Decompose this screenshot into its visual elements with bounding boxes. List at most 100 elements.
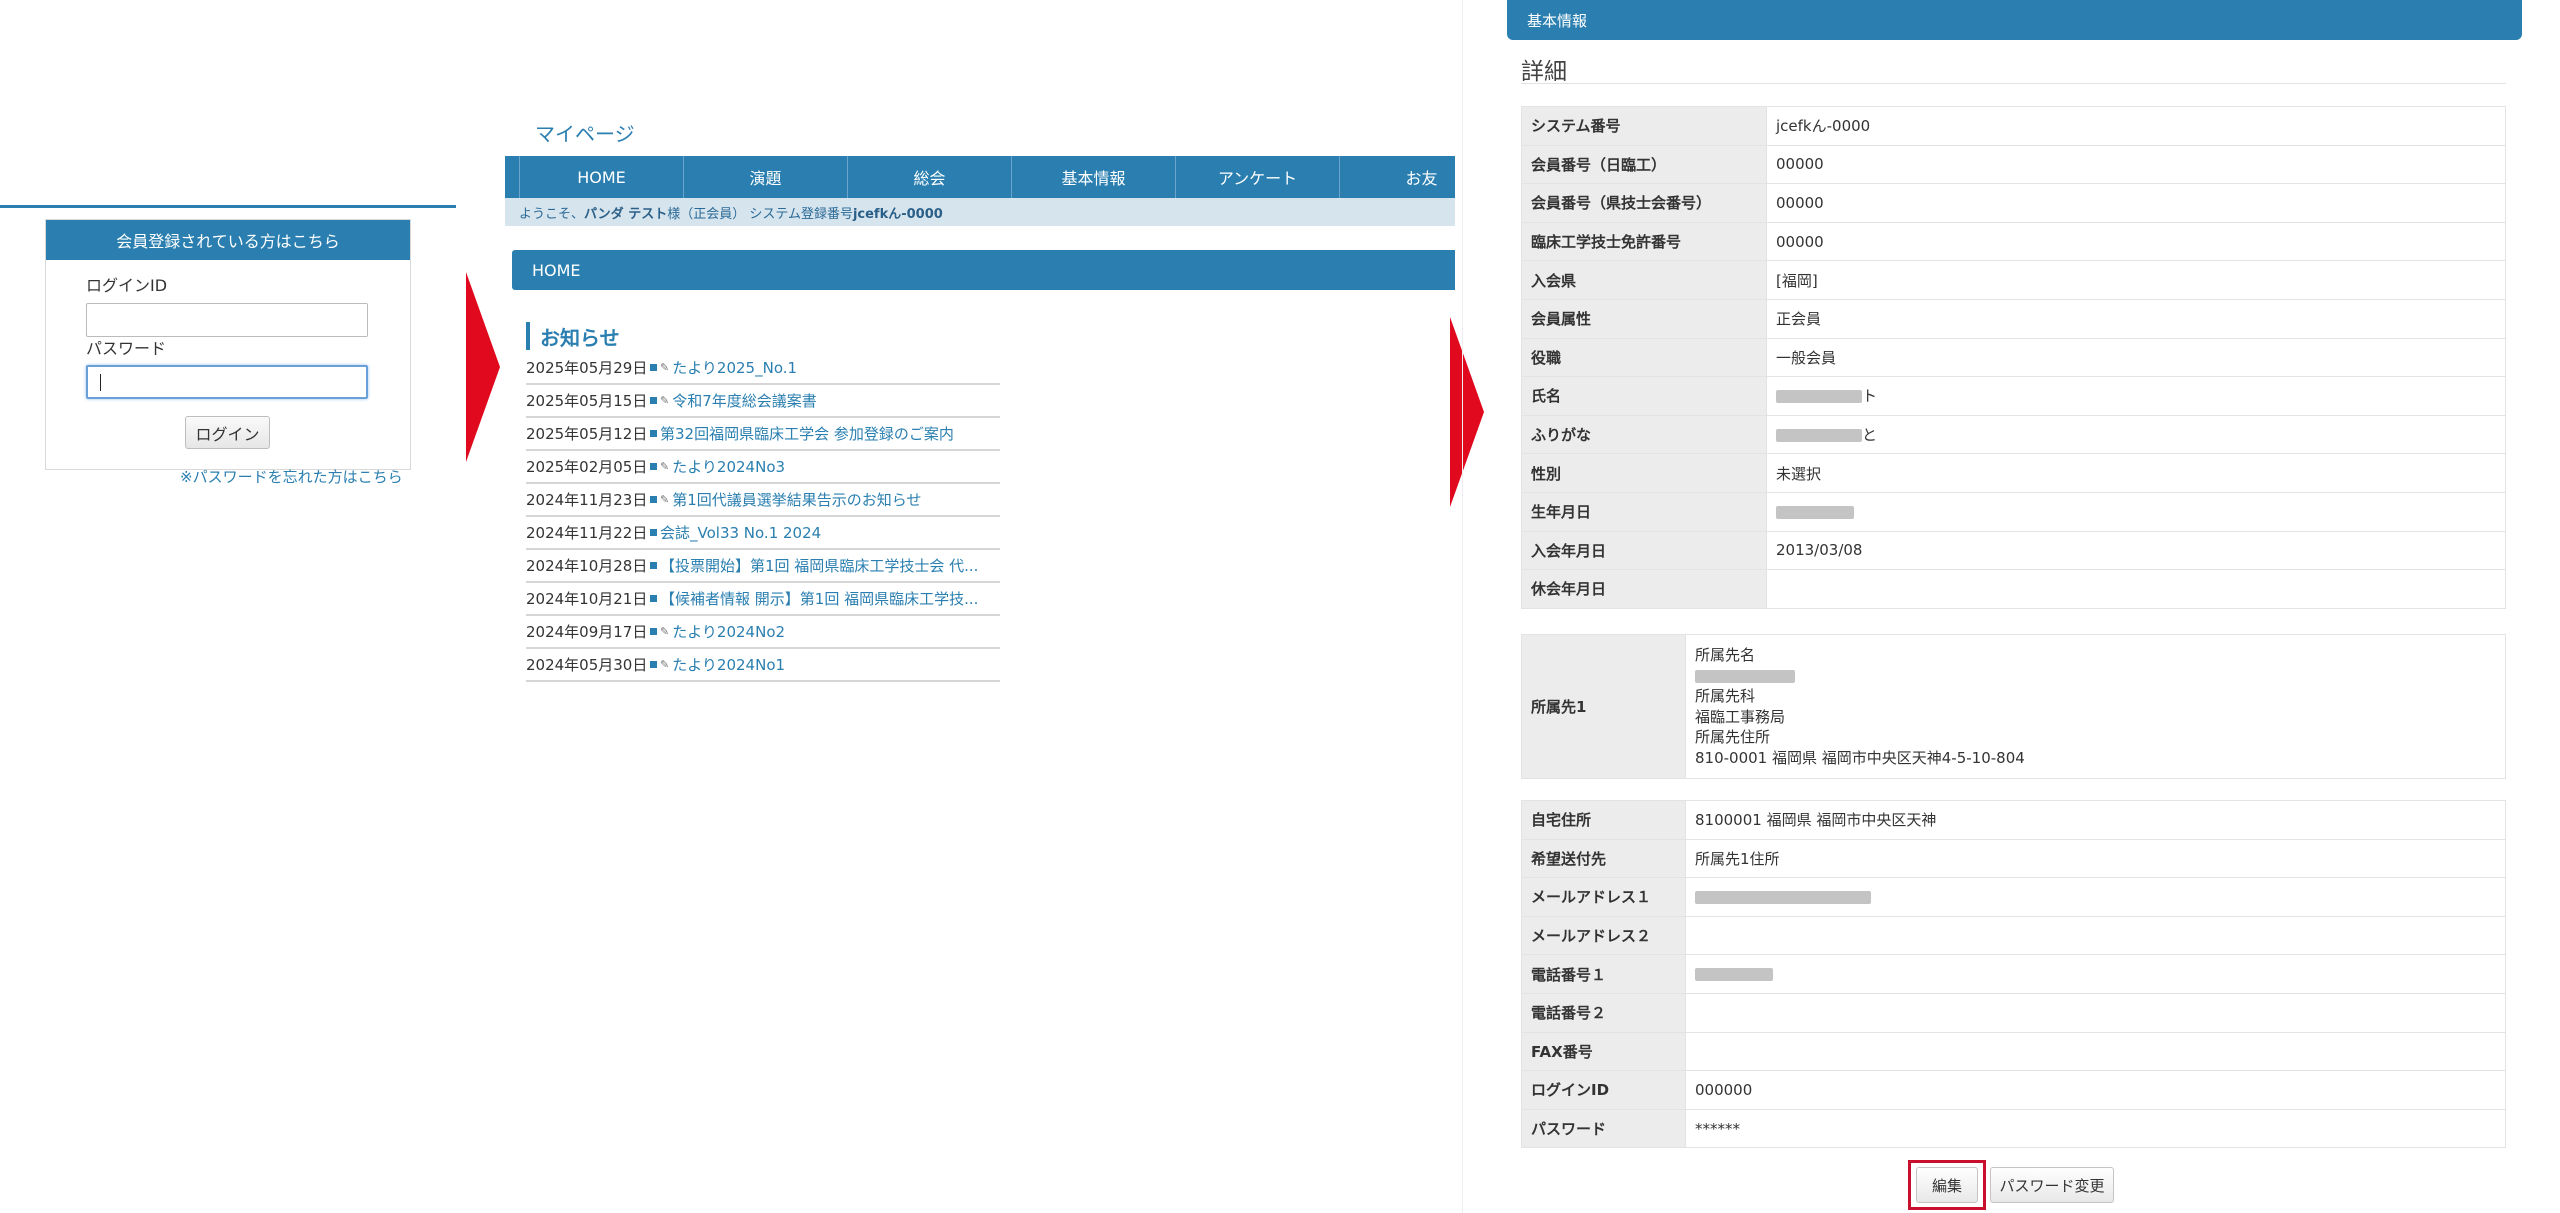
news-title-link[interactable]: たより2024No1 bbox=[672, 654, 785, 675]
bullet-icon bbox=[650, 430, 657, 437]
field-label: システム番号 bbox=[1521, 106, 1767, 146]
table-row: ふりがな と bbox=[1521, 414, 2506, 455]
field-value: jcefkん-0000 bbox=[1766, 106, 2506, 146]
field-value bbox=[1685, 954, 2506, 994]
welcome-suffix: 様（正会員） システム登録番号 bbox=[667, 206, 853, 222]
field-label: メールアドレス２ bbox=[1521, 915, 1686, 956]
step-arrow-1-icon bbox=[466, 272, 500, 462]
field-label: 電話番号２ bbox=[1521, 992, 1686, 1033]
login-id-label: ログインID bbox=[86, 276, 168, 295]
field-value: 8100001 福岡県 福岡市中央区天神 bbox=[1685, 800, 2506, 840]
field-label: 自宅住所 bbox=[1521, 800, 1686, 840]
affiliation-table: 所属先1 所属先名 所属先科 福臨工事務局 所属先住所 810-0001 福岡県… bbox=[1521, 634, 2506, 779]
edit-button[interactable]: 編集 bbox=[1916, 1167, 1978, 1203]
news-date: 2025年05月29日 bbox=[526, 359, 648, 377]
field-value: 00000 bbox=[1766, 221, 2506, 262]
field-label: ふりがな bbox=[1521, 414, 1767, 455]
furigana-visible-part: と bbox=[1862, 426, 1878, 445]
bullet-icon bbox=[650, 364, 657, 371]
section-header-basic-info: 基本情報 bbox=[1507, 0, 2522, 40]
news-title-link[interactable]: 会誌_Vol33 No.1 2024 bbox=[660, 522, 821, 543]
panel-divider bbox=[1462, 0, 1463, 1213]
field-label: メールアドレス１ bbox=[1521, 877, 1686, 917]
edit-highlight: 編集 bbox=[1908, 1160, 1986, 1210]
field-value: 00000 bbox=[1766, 144, 2506, 185]
welcome-system-number: jcefkん-0000 bbox=[852, 206, 943, 222]
news-item: 2024年05月30日 ✎ たより2024No1 bbox=[526, 649, 1000, 682]
field-label: 会員属性 bbox=[1521, 298, 1767, 339]
table-row: FAX番号 bbox=[1521, 1031, 2506, 1072]
welcome-bar: ようこそ、 パンダ テスト 様（正会員） システム登録番号 jcefkん-0000 bbox=[505, 198, 1455, 226]
field-label: 入会年月日 bbox=[1521, 530, 1767, 571]
table-row: 性別 未選択 bbox=[1521, 453, 2506, 493]
redacted-block bbox=[1776, 429, 1862, 443]
nav-survey[interactable]: アンケート bbox=[1175, 156, 1339, 198]
attachment-icon: ✎ bbox=[660, 625, 670, 638]
news-item: 2025年05月29日 ✎ たより2025_No.1 bbox=[526, 352, 1000, 385]
main-nav: HOME 演題 総会 基本情報 アンケート お友 bbox=[505, 156, 1455, 198]
field-value bbox=[1685, 915, 2506, 956]
login-button[interactable]: ログイン bbox=[185, 416, 270, 449]
field-label: 希望送付先 bbox=[1521, 838, 1686, 879]
affiliation-name-value bbox=[1695, 666, 2496, 687]
forgot-password-link[interactable]: ※パスワードを忘れた方はこちら bbox=[180, 466, 403, 487]
field-value: 一般会員 bbox=[1766, 337, 2506, 378]
table-row: 生年月日 bbox=[1521, 491, 2506, 532]
table-row: 会員番号（日臨工） 00000 bbox=[1521, 144, 2506, 185]
table-row: パスワード ****** bbox=[1521, 1108, 2506, 1149]
field-label: パスワード bbox=[1521, 1108, 1686, 1149]
news-item: 2024年09月17日 ✎ たより2024No2 bbox=[526, 616, 1000, 649]
change-password-button[interactable]: パスワード変更 bbox=[1990, 1167, 2114, 1203]
table-row: システム番号 jcefkん-0000 bbox=[1521, 106, 2506, 146]
nav-contact[interactable]: お友 bbox=[1339, 156, 1455, 198]
affiliation-dept-label: 所属先科 bbox=[1695, 687, 1756, 705]
field-label: 臨床工学技士免許番号 bbox=[1521, 221, 1767, 262]
field-value bbox=[1766, 569, 2506, 609]
nav-basic-info[interactable]: 基本情報 bbox=[1011, 156, 1175, 198]
section-divider bbox=[0, 205, 456, 208]
redacted-block bbox=[1776, 390, 1862, 404]
field-label: 性別 bbox=[1521, 453, 1767, 493]
bullet-icon bbox=[650, 595, 657, 602]
field-label: 生年月日 bbox=[1521, 491, 1767, 532]
field-value: 未選択 bbox=[1766, 453, 2506, 493]
news-item: 2024年11月23日 ✎ 第1回代議員選挙結果告示のお知らせ bbox=[526, 484, 1000, 517]
field-value: ****** bbox=[1685, 1108, 2506, 1149]
news-title-link[interactable]: 第32回福岡県臨床工学会 参加登録のご案内 bbox=[660, 423, 954, 444]
name-visible-part: ト bbox=[1862, 387, 1878, 406]
news-title-link[interactable]: 令和7年度総会議案書 bbox=[672, 390, 817, 411]
news-heading: お知らせ bbox=[526, 322, 620, 350]
password-input[interactable] bbox=[86, 365, 368, 399]
field-label: 入会県 bbox=[1521, 260, 1767, 300]
news-item: 2024年10月21日 【候補者情報 開示】第1回 福岡県臨床工学技... bbox=[526, 583, 1000, 616]
news-title-link[interactable]: たより2024No2 bbox=[672, 621, 785, 642]
contact-table: 自宅住所 8100001 福岡県 福岡市中央区天神 希望送付先 所属先1住所 メール… bbox=[1521, 800, 2506, 1149]
table-row: メールアドレス１ bbox=[1521, 877, 2506, 917]
news-date: 2024年05月30日 bbox=[526, 656, 648, 674]
field-label: 会員番号（県技士会番号） bbox=[1521, 183, 1767, 223]
news-title-link[interactable]: たより2024No3 bbox=[672, 456, 785, 477]
nav-home[interactable]: HOME bbox=[519, 156, 683, 198]
nav-abstracts[interactable]: 演題 bbox=[683, 156, 847, 198]
table-row: 電話番号１ bbox=[1521, 954, 2506, 994]
news-title-link[interactable]: 【候補者情報 開示】第1回 福岡県臨床工学技... bbox=[660, 588, 978, 609]
news-title-link[interactable]: たより2025_No.1 bbox=[672, 357, 797, 378]
news-title-link[interactable]: 【投票開始】第1回 福岡県臨床工学技士会 代... bbox=[660, 555, 978, 576]
welcome-prefix: ようこそ、 bbox=[519, 206, 585, 222]
news-date: 2024年09月17日 bbox=[526, 623, 648, 641]
table-row: 役職 一般会員 bbox=[1521, 337, 2506, 378]
news-date: 2024年10月28日 bbox=[526, 557, 648, 575]
attachment-icon: ✎ bbox=[660, 361, 670, 374]
attachment-icon: ✎ bbox=[660, 493, 670, 506]
redacted-block bbox=[1776, 505, 1854, 519]
bullet-icon bbox=[650, 562, 657, 569]
news-title-link[interactable]: 第1回代議員選挙結果告示のお知らせ bbox=[672, 489, 921, 510]
nav-general-meeting[interactable]: 総会 bbox=[847, 156, 1011, 198]
affiliation-dept-value: 福臨工事務局 bbox=[1695, 707, 1786, 726]
field-value bbox=[1766, 491, 2506, 532]
bullet-icon bbox=[650, 496, 657, 503]
login-id-input[interactable] bbox=[86, 303, 368, 337]
attachment-icon: ✎ bbox=[660, 394, 670, 407]
news-date: 2025年05月15日 bbox=[526, 392, 648, 410]
news-list: 2025年05月29日 ✎ たより2025_No.1 2025年05月15日 ✎ 令和7… bbox=[526, 352, 1000, 682]
